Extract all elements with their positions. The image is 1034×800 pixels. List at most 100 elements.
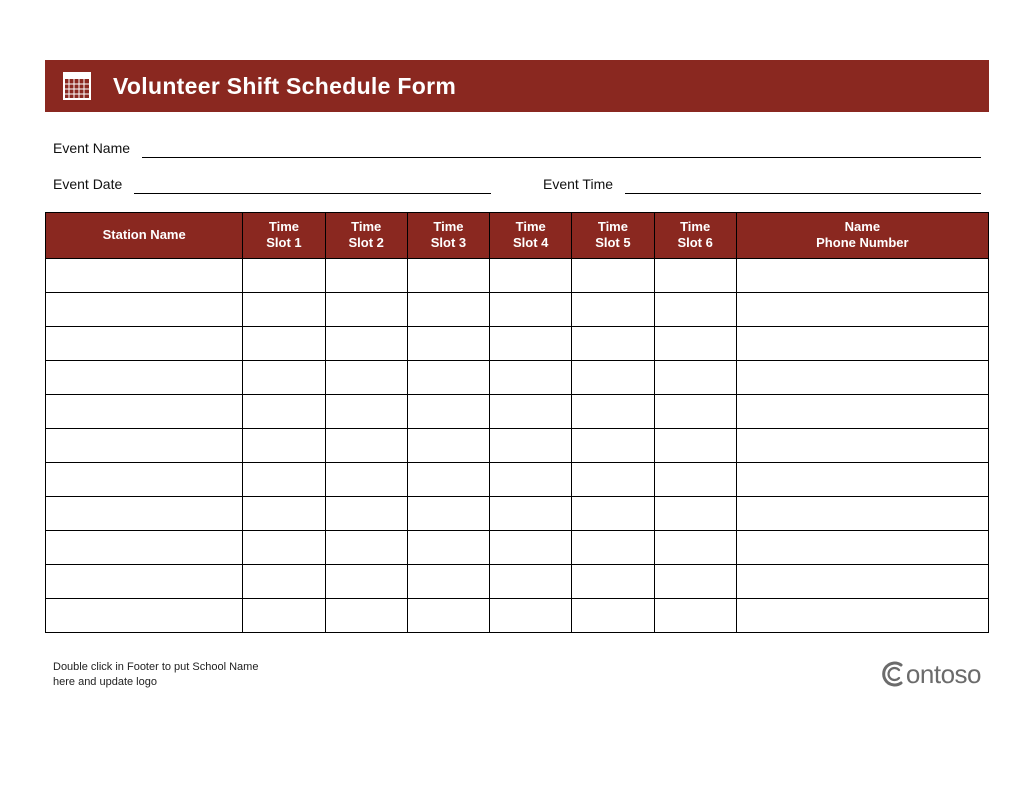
cell-slot[interactable] bbox=[572, 326, 654, 360]
cell-station[interactable] bbox=[46, 598, 243, 632]
cell-slot[interactable] bbox=[490, 462, 572, 496]
cell-slot[interactable] bbox=[407, 598, 489, 632]
cell-station[interactable] bbox=[46, 394, 243, 428]
table-row bbox=[46, 564, 989, 598]
cell-slot[interactable] bbox=[325, 292, 407, 326]
cell-slot[interactable] bbox=[490, 598, 572, 632]
cell-slot[interactable] bbox=[325, 564, 407, 598]
cell-slot[interactable] bbox=[654, 292, 736, 326]
cell-slot[interactable] bbox=[654, 598, 736, 632]
cell-name[interactable] bbox=[736, 496, 988, 530]
cell-slot[interactable] bbox=[654, 530, 736, 564]
cell-slot[interactable] bbox=[243, 326, 325, 360]
cell-slot[interactable] bbox=[490, 530, 572, 564]
cell-slot[interactable] bbox=[654, 428, 736, 462]
event-time-input[interactable] bbox=[625, 176, 981, 194]
cell-slot[interactable] bbox=[654, 564, 736, 598]
cell-slot[interactable] bbox=[490, 292, 572, 326]
cell-slot[interactable] bbox=[407, 394, 489, 428]
cell-name[interactable] bbox=[736, 292, 988, 326]
cell-name[interactable] bbox=[736, 530, 988, 564]
col-time-slot-5: Time Slot 5 bbox=[572, 213, 654, 259]
cell-slot[interactable] bbox=[654, 326, 736, 360]
cell-slot[interactable] bbox=[407, 292, 489, 326]
cell-slot[interactable] bbox=[572, 292, 654, 326]
cell-station[interactable] bbox=[46, 496, 243, 530]
cell-slot[interactable] bbox=[490, 564, 572, 598]
event-name-input[interactable] bbox=[142, 140, 981, 158]
cell-station[interactable] bbox=[46, 530, 243, 564]
cell-slot[interactable] bbox=[572, 394, 654, 428]
cell-slot[interactable] bbox=[490, 428, 572, 462]
cell-slot[interactable] bbox=[243, 564, 325, 598]
cell-slot[interactable] bbox=[407, 428, 489, 462]
cell-name[interactable] bbox=[736, 394, 988, 428]
cell-station[interactable] bbox=[46, 360, 243, 394]
cell-slot[interactable] bbox=[654, 258, 736, 292]
cell-slot[interactable] bbox=[572, 428, 654, 462]
cell-slot[interactable] bbox=[490, 326, 572, 360]
cell-name[interactable] bbox=[736, 462, 988, 496]
table-row bbox=[46, 598, 989, 632]
cell-slot[interactable] bbox=[243, 598, 325, 632]
cell-slot[interactable] bbox=[243, 360, 325, 394]
cell-slot[interactable] bbox=[407, 530, 489, 564]
cell-slot[interactable] bbox=[325, 462, 407, 496]
cell-station[interactable] bbox=[46, 428, 243, 462]
cell-slot[interactable] bbox=[572, 496, 654, 530]
cell-name[interactable] bbox=[736, 428, 988, 462]
cell-slot[interactable] bbox=[325, 394, 407, 428]
cell-name[interactable] bbox=[736, 326, 988, 360]
schedule-table: Station Name Time Slot 1 Time Slot 2 Tim… bbox=[45, 212, 989, 633]
cell-slot[interactable] bbox=[654, 462, 736, 496]
cell-name[interactable] bbox=[736, 258, 988, 292]
cell-slot[interactable] bbox=[325, 326, 407, 360]
cell-slot[interactable] bbox=[243, 462, 325, 496]
cell-slot[interactable] bbox=[572, 462, 654, 496]
cell-slot[interactable] bbox=[325, 428, 407, 462]
cell-name[interactable] bbox=[736, 598, 988, 632]
cell-slot[interactable] bbox=[572, 564, 654, 598]
cell-slot[interactable] bbox=[243, 292, 325, 326]
cell-slot[interactable] bbox=[490, 496, 572, 530]
cell-slot[interactable] bbox=[325, 530, 407, 564]
cell-slot[interactable] bbox=[407, 258, 489, 292]
cell-slot[interactable] bbox=[325, 598, 407, 632]
event-date-input[interactable] bbox=[134, 176, 491, 194]
cell-slot[interactable] bbox=[572, 598, 654, 632]
table-row bbox=[46, 360, 989, 394]
cell-slot[interactable] bbox=[654, 360, 736, 394]
cell-slot[interactable] bbox=[243, 258, 325, 292]
cell-station[interactable] bbox=[46, 292, 243, 326]
cell-slot[interactable] bbox=[407, 462, 489, 496]
cell-station[interactable] bbox=[46, 326, 243, 360]
event-date-group: Event Date bbox=[53, 176, 491, 194]
cell-slot[interactable] bbox=[407, 360, 489, 394]
cell-name[interactable] bbox=[736, 564, 988, 598]
cell-station[interactable] bbox=[46, 258, 243, 292]
cell-slot[interactable] bbox=[325, 258, 407, 292]
cell-slot[interactable] bbox=[407, 496, 489, 530]
cell-slot[interactable] bbox=[243, 496, 325, 530]
col-slot6-l2: Slot 6 bbox=[659, 235, 732, 251]
cell-station[interactable] bbox=[46, 462, 243, 496]
cell-station[interactable] bbox=[46, 564, 243, 598]
cell-slot[interactable] bbox=[243, 394, 325, 428]
cell-slot[interactable] bbox=[490, 360, 572, 394]
event-name-label: Event Name bbox=[53, 140, 130, 158]
cell-slot[interactable] bbox=[572, 258, 654, 292]
cell-slot[interactable] bbox=[572, 530, 654, 564]
cell-slot[interactable] bbox=[654, 496, 736, 530]
cell-slot[interactable] bbox=[243, 428, 325, 462]
cell-name[interactable] bbox=[736, 360, 988, 394]
cell-slot[interactable] bbox=[654, 394, 736, 428]
cell-slot[interactable] bbox=[407, 326, 489, 360]
cell-slot[interactable] bbox=[325, 496, 407, 530]
cell-slot[interactable] bbox=[490, 394, 572, 428]
cell-slot[interactable] bbox=[490, 258, 572, 292]
cell-slot[interactable] bbox=[243, 530, 325, 564]
brand-c-icon bbox=[879, 659, 909, 689]
cell-slot[interactable] bbox=[325, 360, 407, 394]
cell-slot[interactable] bbox=[572, 360, 654, 394]
cell-slot[interactable] bbox=[407, 564, 489, 598]
